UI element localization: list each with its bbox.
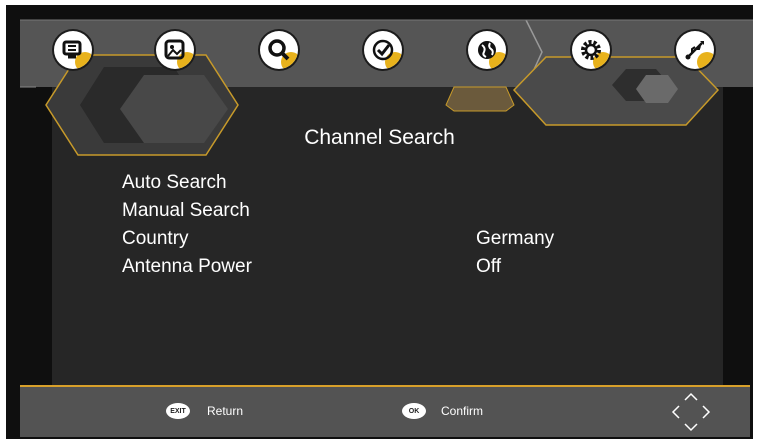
menu-item-country[interactable]: Country — [122, 228, 189, 250]
page-title: Channel Search — [304, 126, 455, 149]
ok-key-icon: OK — [402, 403, 426, 419]
menu-item-auto-search[interactable]: Auto Search — [122, 172, 227, 194]
return-hint: Return — [207, 404, 244, 418]
picture-icon[interactable] — [54, 31, 92, 69]
exit-key-icon: EXIT — [166, 403, 190, 419]
search-icon[interactable] — [260, 31, 298, 69]
menu-item-manual-search[interactable]: Manual Search — [122, 200, 250, 222]
country-value[interactable]: Germany — [476, 228, 554, 250]
menu-item-antenna-power[interactable]: Antenna Power — [122, 256, 252, 278]
clock-icon[interactable] — [364, 31, 402, 69]
gear-icon[interactable] — [572, 31, 610, 69]
globe-icon[interactable] — [468, 31, 506, 69]
usb-icon[interactable] — [676, 31, 714, 69]
confirm-hint: Confirm — [441, 404, 484, 418]
navigation-arrows-icon — [671, 392, 711, 432]
footer-bar: EXIT Return OK Confirm — [20, 385, 750, 437]
tv-screen — [6, 5, 753, 439]
header-decoration — [20, 19, 753, 156]
image-icon[interactable] — [156, 31, 194, 69]
antenna-power-value[interactable]: Off — [476, 256, 501, 278]
